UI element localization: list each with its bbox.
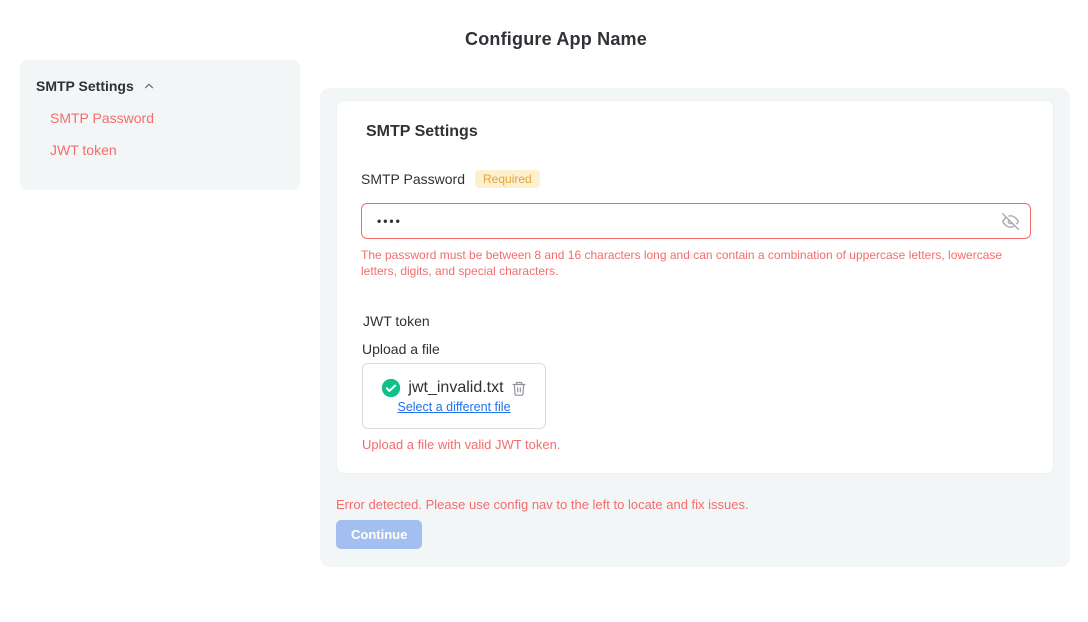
card-title: SMTP Settings bbox=[366, 123, 478, 141]
sidebar-item-smtp-password[interactable]: SMTP Password bbox=[50, 110, 154, 126]
jwt-token-label: JWT token bbox=[363, 313, 430, 329]
file-upload-box: jwt_invalid.txt Select a different file bbox=[362, 363, 546, 429]
upload-file-label: Upload a file bbox=[362, 341, 440, 357]
smtp-password-error: The password must be between 8 and 16 ch… bbox=[361, 247, 1023, 279]
smtp-password-field-wrap bbox=[361, 203, 1031, 239]
uploaded-file-name: jwt_invalid.txt bbox=[408, 379, 503, 397]
smtp-password-input[interactable] bbox=[361, 203, 1031, 239]
smtp-password-label: SMTP Password bbox=[361, 171, 465, 187]
config-panel: SMTP Settings SMTP Password Required The… bbox=[320, 88, 1070, 567]
eye-off-icon[interactable] bbox=[1002, 213, 1019, 230]
sidebar-item-jwt-token[interactable]: JWT token bbox=[50, 142, 117, 158]
form-error-message: Error detected. Please use config nav to… bbox=[336, 497, 749, 512]
jwt-token-error: Upload a file with valid JWT token. bbox=[362, 437, 560, 452]
continue-button[interactable]: Continue bbox=[336, 520, 422, 549]
required-badge: Required bbox=[475, 170, 540, 188]
uploaded-file-row: jwt_invalid.txt bbox=[381, 378, 526, 398]
select-different-file-link[interactable]: Select a different file bbox=[397, 400, 510, 414]
smtp-password-label-row: SMTP Password Required bbox=[361, 170, 540, 188]
check-circle-icon bbox=[381, 378, 401, 398]
sidebar-section-label: SMTP Settings bbox=[36, 78, 134, 94]
sidebar-section-smtp-settings[interactable]: SMTP Settings bbox=[20, 60, 300, 94]
chevron-up-icon bbox=[142, 79, 156, 93]
trash-icon[interactable] bbox=[511, 380, 527, 397]
smtp-settings-card: SMTP Settings SMTP Password Required The… bbox=[336, 100, 1054, 474]
page-title: Configure App Name bbox=[12, 29, 1088, 50]
config-nav-sidebar: SMTP Settings SMTP Password JWT token bbox=[20, 60, 300, 190]
